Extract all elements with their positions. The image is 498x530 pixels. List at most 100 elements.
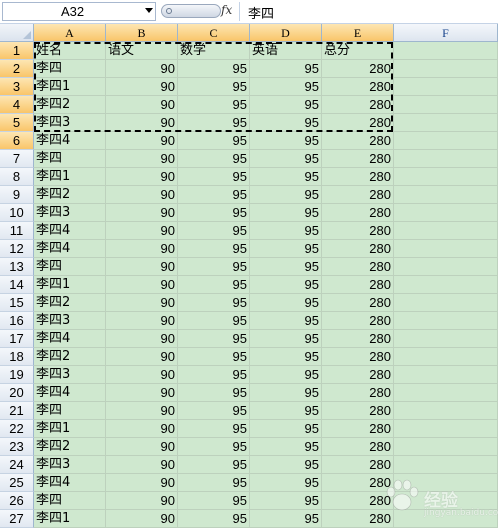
cell-b4[interactable]: 90 [106, 96, 178, 114]
cell-d15[interactable]: 95 [250, 294, 322, 312]
cell-d26[interactable]: 95 [250, 492, 322, 510]
cell-e1[interactable]: 总分 [322, 42, 394, 60]
cell-b13[interactable]: 90 [106, 258, 178, 276]
cell-e16[interactable]: 280 [322, 312, 394, 330]
cell-d7[interactable]: 95 [250, 150, 322, 168]
cell-b14[interactable]: 90 [106, 276, 178, 294]
cell-a9[interactable]: 李四2 [34, 186, 106, 204]
row-header[interactable]: 22 [0, 420, 34, 438]
cell-f15[interactable] [394, 294, 498, 312]
cell-f1[interactable] [394, 42, 498, 60]
cell-d6[interactable]: 95 [250, 132, 322, 150]
cell-d25[interactable]: 95 [250, 474, 322, 492]
cell-a22[interactable]: 李四1 [34, 420, 106, 438]
cell-f19[interactable] [394, 366, 498, 384]
cell-b21[interactable]: 90 [106, 402, 178, 420]
cell-d24[interactable]: 95 [250, 456, 322, 474]
cell-a4[interactable]: 李四2 [34, 96, 106, 114]
cell-f22[interactable] [394, 420, 498, 438]
row-header[interactable]: 13 [0, 258, 34, 276]
row-header[interactable]: 23 [0, 438, 34, 456]
cell-d13[interactable]: 95 [250, 258, 322, 276]
cell-a24[interactable]: 李四3 [34, 456, 106, 474]
cell-b16[interactable]: 90 [106, 312, 178, 330]
cell-d8[interactable]: 95 [250, 168, 322, 186]
cell-e17[interactable]: 280 [322, 330, 394, 348]
row-header[interactable]: 18 [0, 348, 34, 366]
row-header[interactable]: 19 [0, 366, 34, 384]
cell-c4[interactable]: 95 [178, 96, 250, 114]
cell-c9[interactable]: 95 [178, 186, 250, 204]
cell-c7[interactable]: 95 [178, 150, 250, 168]
cell-f12[interactable] [394, 240, 498, 258]
cell-f21[interactable] [394, 402, 498, 420]
cell-c13[interactable]: 95 [178, 258, 250, 276]
cell-c16[interactable]: 95 [178, 312, 250, 330]
cell-a15[interactable]: 李四2 [34, 294, 106, 312]
cell-f3[interactable] [394, 78, 498, 96]
cell-d12[interactable]: 95 [250, 240, 322, 258]
cell-e12[interactable]: 280 [322, 240, 394, 258]
row-header[interactable]: 3 [0, 78, 34, 96]
cell-b7[interactable]: 90 [106, 150, 178, 168]
cell-a17[interactable]: 李四4 [34, 330, 106, 348]
cell-c1[interactable]: 数学 [178, 42, 250, 60]
cell-c26[interactable]: 95 [178, 492, 250, 510]
cell-a2[interactable]: 李四 [34, 60, 106, 78]
cell-c15[interactable]: 95 [178, 294, 250, 312]
formula-input[interactable]: 李四 [239, 2, 496, 22]
row-header[interactable]: 26 [0, 492, 34, 510]
row-header[interactable]: 16 [0, 312, 34, 330]
cell-a3[interactable]: 李四1 [34, 78, 106, 96]
cell-e22[interactable]: 280 [322, 420, 394, 438]
column-header-f[interactable]: F [394, 24, 498, 42]
cell-c22[interactable]: 95 [178, 420, 250, 438]
cell-b17[interactable]: 90 [106, 330, 178, 348]
cell-c20[interactable]: 95 [178, 384, 250, 402]
cell-c19[interactable]: 95 [178, 366, 250, 384]
cell-c18[interactable]: 95 [178, 348, 250, 366]
cell-e14[interactable]: 280 [322, 276, 394, 294]
cell-c3[interactable]: 95 [178, 78, 250, 96]
cell-b6[interactable]: 90 [106, 132, 178, 150]
cell-b11[interactable]: 90 [106, 222, 178, 240]
cell-b12[interactable]: 90 [106, 240, 178, 258]
cell-f10[interactable] [394, 204, 498, 222]
row-header[interactable]: 15 [0, 294, 34, 312]
cell-f7[interactable] [394, 150, 498, 168]
cell-d11[interactable]: 95 [250, 222, 322, 240]
cell-d20[interactable]: 95 [250, 384, 322, 402]
cell-a10[interactable]: 李四3 [34, 204, 106, 222]
cell-a16[interactable]: 李四3 [34, 312, 106, 330]
cell-d16[interactable]: 95 [250, 312, 322, 330]
cell-a26[interactable]: 李四 [34, 492, 106, 510]
cell-a14[interactable]: 李四1 [34, 276, 106, 294]
row-header[interactable]: 14 [0, 276, 34, 294]
cell-a19[interactable]: 李四3 [34, 366, 106, 384]
select-all-corner[interactable] [0, 24, 34, 42]
row-header[interactable]: 25 [0, 474, 34, 492]
cell-f23[interactable] [394, 438, 498, 456]
row-header[interactable]: 5 [0, 114, 34, 132]
cell-f6[interactable] [394, 132, 498, 150]
cell-d19[interactable]: 95 [250, 366, 322, 384]
cell-e24[interactable]: 280 [322, 456, 394, 474]
cell-c2[interactable]: 95 [178, 60, 250, 78]
cell-f4[interactable] [394, 96, 498, 114]
cell-f11[interactable] [394, 222, 498, 240]
cell-b9[interactable]: 90 [106, 186, 178, 204]
cell-e8[interactable]: 280 [322, 168, 394, 186]
cell-a12[interactable]: 李四4 [34, 240, 106, 258]
cell-f9[interactable] [394, 186, 498, 204]
cell-a11[interactable]: 李四4 [34, 222, 106, 240]
cell-d17[interactable]: 95 [250, 330, 322, 348]
cell-c25[interactable]: 95 [178, 474, 250, 492]
cell-e9[interactable]: 280 [322, 186, 394, 204]
cell-e4[interactable]: 280 [322, 96, 394, 114]
cell-e7[interactable]: 280 [322, 150, 394, 168]
cell-e13[interactable]: 280 [322, 258, 394, 276]
cell-d2[interactable]: 95 [250, 60, 322, 78]
cell-c6[interactable]: 95 [178, 132, 250, 150]
cell-f14[interactable] [394, 276, 498, 294]
cell-f13[interactable] [394, 258, 498, 276]
